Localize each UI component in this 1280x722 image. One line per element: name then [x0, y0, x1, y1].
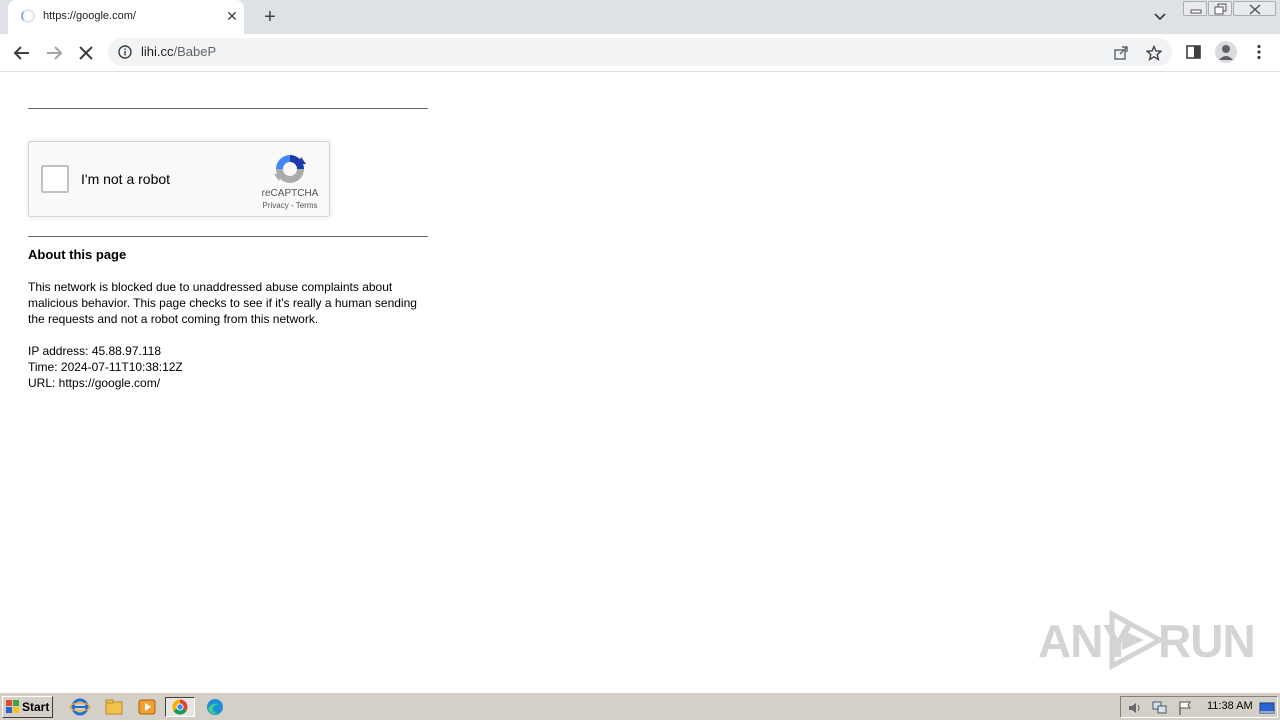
internet-explorer-icon — [69, 698, 91, 716]
restore-icon — [1214, 3, 1227, 15]
link-separator: - — [288, 201, 296, 210]
loading-spinner-icon — [21, 9, 35, 23]
show-desktop-icon[interactable] — [1259, 700, 1275, 716]
minimize-button[interactable] — [1183, 1, 1207, 16]
bookmark-star-icon[interactable] — [1146, 45, 1162, 61]
side-panel-icon[interactable] — [1185, 43, 1203, 61]
address-bar[interactable]: lihi.cc/BabeP — [108, 38, 1172, 66]
share-icon[interactable] — [1113, 45, 1129, 61]
edge-icon — [207, 699, 223, 715]
tab-search-button[interactable] — [1150, 8, 1170, 26]
kebab-menu-icon[interactable] — [1250, 43, 1268, 61]
network-icon[interactable] — [1152, 700, 1168, 716]
taskbar-clock: 11:38 AM — [1207, 700, 1253, 712]
stop-x-icon — [79, 46, 93, 60]
back-button[interactable] — [11, 42, 33, 64]
bottom-divider — [28, 236, 428, 237]
recaptcha-brand: reCAPTCHA — [261, 188, 319, 199]
chrome-icon — [172, 699, 188, 715]
browser-tab[interactable]: https://google.com/ ✕ — [8, 0, 244, 34]
minimize-icon — [1190, 9, 1202, 14]
profile-button[interactable] — [1215, 41, 1237, 63]
watermark-right: RUN — [1158, 615, 1256, 667]
speaker-icon[interactable] — [1127, 700, 1143, 716]
forward-button[interactable] — [43, 42, 65, 64]
arrow-right-icon — [47, 46, 63, 60]
url-host: lihi.cc — [141, 44, 174, 59]
request-details: IP address: 45.88.97.118 Time: 2024-07-1… — [28, 343, 183, 391]
close-window-button[interactable] — [1233, 1, 1276, 16]
taskbar: Start 11:38 AM — [0, 692, 1280, 720]
terms-link[interactable]: Terms — [296, 201, 318, 210]
start-label: Start — [22, 700, 50, 714]
edge-button[interactable] — [204, 697, 226, 717]
new-tab-button[interactable]: + — [259, 6, 281, 28]
stop-loading-button[interactable] — [75, 42, 97, 64]
url-path: /BabeP — [173, 44, 217, 59]
recaptcha-logo-icon — [274, 155, 306, 183]
system-tray: 11:38 AM — [1120, 696, 1278, 718]
tab-strip: https://google.com/ ✕ + — [0, 0, 1280, 34]
top-divider — [28, 108, 428, 109]
close-icon — [1249, 4, 1261, 15]
media-player-button[interactable] — [136, 697, 158, 717]
tab-title: https://google.com/ — [43, 10, 136, 22]
arrow-left-icon — [13, 46, 29, 60]
anyrun-watermark: ANY RUN — [1038, 608, 1256, 670]
url-text: lihi.cc/BabeP — [141, 44, 216, 59]
about-description: This network is blocked due to unaddress… — [28, 280, 417, 326]
play-logo-icon — [1109, 610, 1166, 670]
about-title: About this page — [28, 247, 127, 262]
info-icon[interactable] — [118, 45, 132, 59]
privacy-link[interactable]: Privacy — [263, 201, 289, 210]
request-time: Time: 2024-07-11T10:38:12Z — [28, 360, 183, 374]
flag-icon[interactable] — [1177, 700, 1193, 716]
recaptcha-links: Privacy - Terms — [251, 201, 329, 210]
internet-explorer-button[interactable] — [69, 697, 91, 717]
media-player-icon — [138, 699, 156, 715]
request-url: URL: https://google.com/ — [28, 376, 161, 390]
start-button[interactable]: Start — [2, 696, 53, 718]
tab-close-button[interactable]: ✕ — [224, 8, 240, 24]
windows-logo-icon — [6, 700, 19, 713]
recaptcha-label: I'm not a robot — [81, 171, 171, 187]
browser-toolbar: lihi.cc/BabeP — [0, 34, 1280, 72]
restore-button[interactable] — [1208, 1, 1232, 16]
ip-address: IP address: 45.88.97.118 — [28, 344, 161, 358]
chrome-button[interactable] — [165, 697, 195, 717]
profile-avatar-icon — [1219, 45, 1233, 60]
folder-icon — [105, 699, 123, 715]
recaptcha-checkbox[interactable] — [41, 165, 69, 193]
file-explorer-button[interactable] — [103, 697, 125, 717]
chevron-down-icon — [1154, 13, 1166, 21]
recaptcha-widget: I'm not a robot reCAPTCHA Privacy - Term… — [28, 141, 330, 217]
